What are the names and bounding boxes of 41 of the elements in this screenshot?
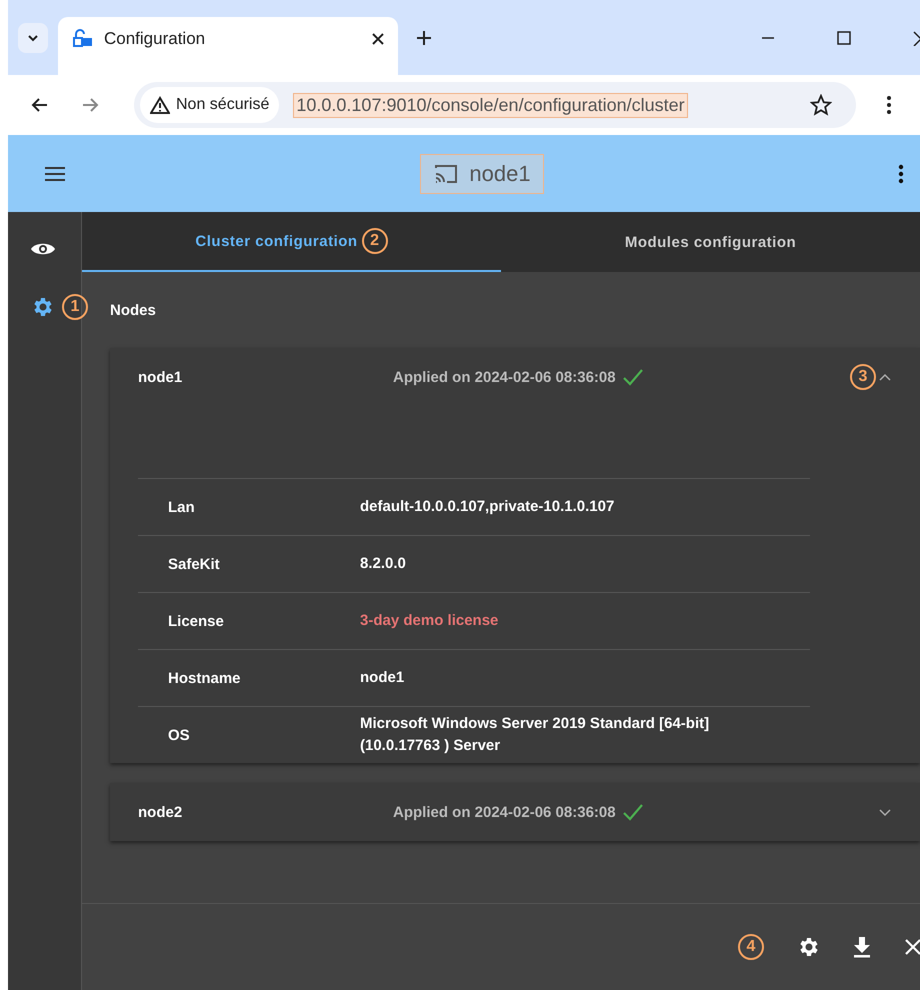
detail-label: SafeKit — [168, 556, 221, 572]
node-name[interactable]: node1 — [138, 368, 393, 386]
lock-icon — [72, 29, 94, 49]
browser-tab[interactable]: Configuration — [58, 17, 398, 75]
chevron-up-icon[interactable] — [878, 372, 892, 382]
tab-list-button[interactable] — [18, 22, 48, 52]
new-tab-icon[interactable] — [416, 30, 432, 46]
status-text: Applied on 2024-02-06 08:36:08 — [393, 368, 616, 386]
callout-number: 1 — [62, 294, 88, 320]
node-name[interactable]: node2 — [138, 804, 393, 820]
detail-label: License — [168, 612, 225, 630]
detail-value: 8.2.0.0 — [360, 554, 407, 574]
security-chip[interactable]: Non sécurisé — [140, 87, 280, 123]
cast-icon — [433, 162, 460, 184]
maximize-icon[interactable] — [836, 30, 852, 46]
download-icon[interactable] — [852, 936, 872, 958]
warning-icon — [150, 96, 170, 114]
detail-value: default-10.0.0.107,private-10.1.0.107 — [360, 497, 616, 517]
node-title: node1 — [420, 154, 544, 194]
detail-value: Microsoft Windows Server 2019 Standard [64-bit] (10.0.17763 ) Server — [360, 714, 710, 756]
chevron-down-icon[interactable] — [878, 807, 892, 817]
detail-label: Hostname — [168, 670, 242, 686]
star-icon[interactable] — [810, 94, 832, 116]
callout-number: 4 — [738, 934, 764, 960]
callout-number: 2 — [362, 228, 388, 254]
checkmark-icon — [622, 368, 644, 386]
address-bar[interactable]: Non sécurisé 10.0.0.107:9010/console/en/configuration/cluster — [134, 82, 856, 128]
detail-label: OS — [168, 726, 191, 744]
tab[interactable]: Cluster configuration — [195, 212, 358, 270]
section-title: Nodes — [110, 300, 157, 320]
tab[interactable]: Modules configuration — [624, 212, 796, 272]
checkmark-icon — [622, 803, 644, 821]
close-icon[interactable] — [372, 33, 384, 45]
menu-icon[interactable] — [44, 166, 66, 182]
more-icon[interactable] — [898, 164, 904, 184]
callout-number: 3 — [850, 364, 876, 390]
detail-value: node1 — [360, 668, 406, 688]
detail-value: 3-day demo license — [360, 611, 500, 631]
detail-label: Lan — [168, 498, 196, 516]
more-icon[interactable] — [886, 95, 892, 115]
status-text: Applied on 2024-02-06 08:36:08 — [393, 804, 616, 820]
